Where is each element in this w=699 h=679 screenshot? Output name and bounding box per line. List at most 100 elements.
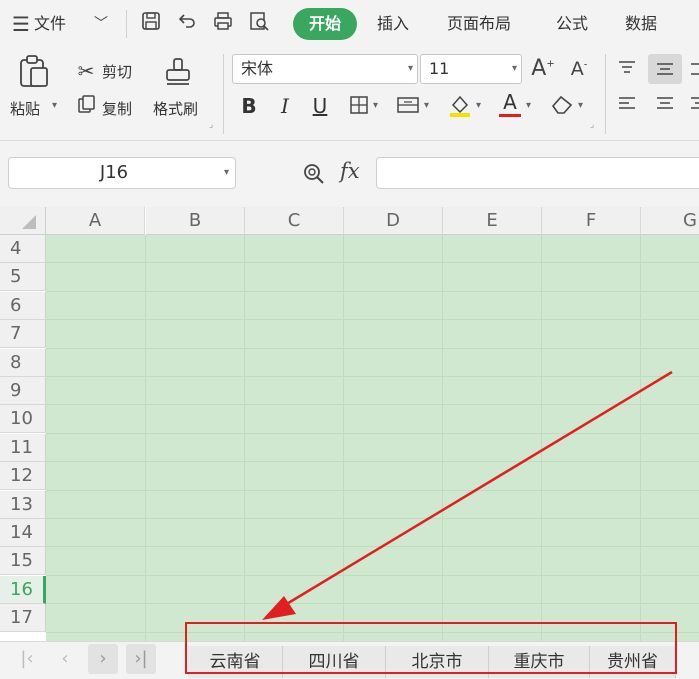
column-header[interactable]: C bbox=[245, 207, 344, 235]
name-box[interactable]: J16 ▾ bbox=[8, 157, 236, 189]
fill-color-icon[interactable] bbox=[446, 92, 474, 123]
tab-data[interactable]: 数据 bbox=[625, 8, 657, 40]
align-center-icon[interactable] bbox=[652, 94, 678, 119]
chevron-down-icon[interactable]: ▾ bbox=[578, 100, 583, 111]
tab-home[interactable]: 开始 bbox=[293, 8, 357, 40]
gridline bbox=[46, 546, 699, 548]
gridline bbox=[442, 235, 443, 641]
tab-page-layout[interactable]: 页面布局 bbox=[447, 8, 511, 40]
column-header[interactable]: A bbox=[46, 207, 145, 235]
row-header[interactable]: 14 bbox=[0, 519, 46, 547]
column-header[interactable]: B bbox=[146, 207, 245, 235]
sheet-tab[interactable]: 重庆市 bbox=[489, 646, 590, 678]
align-top-icon[interactable] bbox=[614, 58, 640, 83]
align-left-icon[interactable] bbox=[614, 94, 640, 119]
sheet-tab-bar: |‹ ‹ › ›| 云南省 四川省 北京市 重庆市 贵州省 bbox=[0, 641, 699, 679]
font-expand-icon[interactable]: ⌟ bbox=[590, 120, 594, 130]
column-header[interactable]: F bbox=[542, 207, 641, 235]
underline-button[interactable]: U bbox=[309, 94, 331, 118]
formula-input[interactable] bbox=[376, 157, 699, 189]
row-header[interactable]: 16 bbox=[0, 575, 46, 604]
row-header[interactable]: 9 bbox=[0, 377, 46, 405]
gridline bbox=[145, 235, 146, 641]
row-header[interactable]: 11 bbox=[0, 433, 46, 462]
column-header[interactable]: D bbox=[344, 207, 443, 235]
column-header[interactable]: E bbox=[443, 207, 542, 235]
align-bottom-icon[interactable] bbox=[686, 58, 699, 83]
eraser-icon[interactable] bbox=[548, 92, 576, 121]
first-sheet-icon[interactable]: |‹ bbox=[12, 644, 42, 674]
tab-formulas[interactable]: 公式 bbox=[556, 8, 588, 40]
column-header[interactable]: G bbox=[641, 207, 699, 235]
paste-dropdown-caret[interactable]: ▾ bbox=[52, 100, 57, 111]
gridline bbox=[244, 235, 245, 641]
gridline bbox=[46, 404, 699, 406]
zoom-search-icon[interactable] bbox=[300, 161, 328, 192]
copy-button[interactable]: 复制 bbox=[102, 98, 132, 119]
align-middle-icon[interactable] bbox=[648, 54, 682, 84]
select-all-corner[interactable] bbox=[0, 207, 46, 235]
chevron-down-icon[interactable]: ▾ bbox=[224, 158, 229, 188]
scissors-icon[interactable]: ✂ bbox=[74, 59, 98, 83]
file-menu[interactable]: 文件 bbox=[34, 8, 66, 40]
chevron-down-icon[interactable]: ▾ bbox=[476, 100, 481, 111]
row-header[interactable]: 8 bbox=[0, 348, 46, 377]
cut-button[interactable]: 剪切 bbox=[102, 61, 132, 82]
font-size-select[interactable]: 11 ▾ bbox=[420, 54, 522, 84]
gridline bbox=[46, 461, 699, 463]
paste-icon[interactable] bbox=[16, 54, 52, 95]
hamburger-menu-icon[interactable]: ☰ bbox=[10, 12, 32, 36]
font-name-select[interactable]: 宋体 ▾ bbox=[232, 54, 418, 84]
font-color-icon[interactable]: A bbox=[497, 90, 523, 117]
save-icon[interactable] bbox=[138, 10, 164, 37]
copy-icon[interactable] bbox=[76, 94, 98, 119]
last-sheet-icon[interactable]: ›| bbox=[126, 644, 156, 674]
decrease-font-size-icon[interactable]: A- bbox=[566, 58, 592, 80]
gridline bbox=[46, 376, 699, 377]
menu-bar: ☰ 文件 ﹀ 开始 插入 页面布局 公式 数据 bbox=[0, 0, 699, 48]
fx-icon[interactable]: fx bbox=[340, 159, 360, 183]
merge-cells-icon[interactable] bbox=[395, 94, 421, 121]
tab-insert[interactable]: 插入 bbox=[377, 8, 409, 40]
sheet-tab[interactable]: 北京市 bbox=[386, 646, 489, 678]
row-header[interactable]: 15 bbox=[0, 547, 46, 576]
row-header[interactable]: 4 bbox=[0, 235, 46, 263]
chevron-down-icon[interactable]: ▾ bbox=[424, 100, 429, 111]
chevron-down-icon[interactable]: ▾ bbox=[526, 100, 531, 111]
prev-sheet-icon[interactable]: ‹ bbox=[50, 644, 80, 674]
gridline bbox=[640, 235, 641, 641]
cell-area[interactable] bbox=[46, 235, 699, 641]
row-header[interactable]: 12 bbox=[0, 462, 46, 491]
sheet-tab[interactable]: 云南省 bbox=[188, 646, 283, 678]
undo-icon[interactable] bbox=[174, 10, 200, 37]
format-painter-icon[interactable] bbox=[162, 56, 194, 93]
clipboard-expand-icon[interactable]: ⌟ bbox=[209, 120, 213, 130]
paste-button[interactable]: 粘贴 bbox=[10, 98, 40, 119]
print-preview-icon[interactable] bbox=[246, 10, 272, 37]
gridline bbox=[46, 518, 699, 519]
divider bbox=[126, 10, 127, 38]
gridline bbox=[46, 319, 699, 321]
row-header[interactable]: 7 bbox=[0, 320, 46, 349]
bold-button[interactable]: B bbox=[238, 94, 260, 118]
chevron-down-icon[interactable]: ﹀ bbox=[92, 13, 110, 33]
gridline bbox=[46, 262, 699, 264]
italic-button[interactable]: I bbox=[274, 94, 296, 118]
row-header[interactable]: 10 bbox=[0, 405, 46, 434]
ribbon-toolbar: 粘贴 ▾ ✂ 剪切 复制 格式刷 ⌟ 宋体 ▾ 11 ▾ A+ A- B I U… bbox=[0, 48, 699, 141]
format-painter-button[interactable]: 格式刷 bbox=[153, 98, 198, 119]
font-size-value: 11 bbox=[429, 59, 450, 78]
chevron-down-icon[interactable]: ▾ bbox=[373, 100, 378, 111]
increase-font-size-icon[interactable]: A+ bbox=[530, 56, 556, 81]
row-header[interactable]: 13 bbox=[0, 490, 46, 519]
next-sheet-icon[interactable]: › bbox=[88, 644, 118, 674]
sheet-tab[interactable]: 贵州省 bbox=[590, 646, 676, 678]
align-right-icon[interactable] bbox=[686, 94, 699, 119]
borders-icon[interactable] bbox=[346, 94, 372, 121]
row-header[interactable]: 5 bbox=[0, 263, 46, 292]
print-icon[interactable] bbox=[210, 10, 236, 37]
row-header[interactable]: 6 bbox=[0, 291, 46, 320]
sheet-tab[interactable]: 四川省 bbox=[283, 646, 386, 678]
gridline bbox=[541, 235, 542, 641]
row-header[interactable]: 17 bbox=[0, 604, 46, 633]
